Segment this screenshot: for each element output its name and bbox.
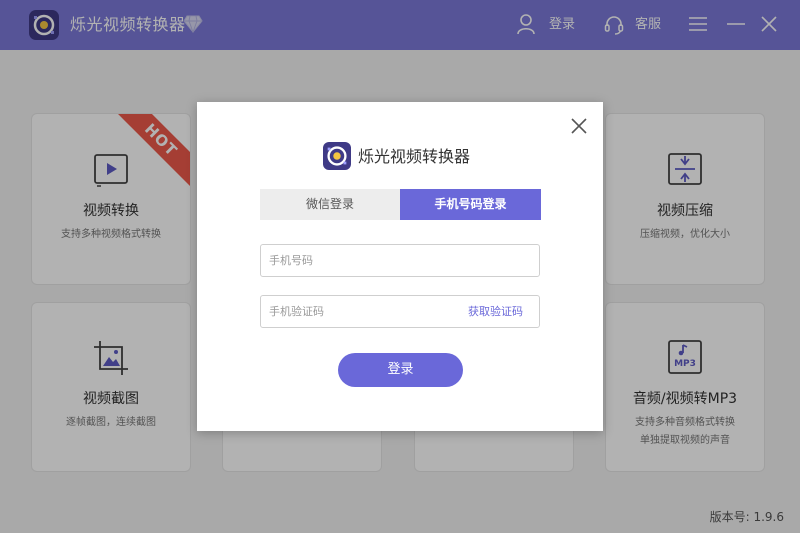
phone-field[interactable] <box>260 244 540 277</box>
verify-code-input[interactable] <box>269 296 449 327</box>
dialog-logo-icon <box>323 142 351 170</box>
verify-code-field[interactable]: 获取验证码 <box>260 295 540 328</box>
tab-wechat-login[interactable]: 微信登录 <box>260 189 400 220</box>
login-button[interactable]: 登录 <box>338 353 463 387</box>
login-tabs: 微信登录 手机号码登录 <box>260 189 541 220</box>
dialog-title: 烁光视频转换器 <box>358 147 471 166</box>
tab-phone-login[interactable]: 手机号码登录 <box>400 189 541 220</box>
login-dialog: 烁光视频转换器 微信登录 手机号码登录 获取验证码 登录 <box>197 102 603 431</box>
close-icon[interactable] <box>570 117 588 139</box>
get-code-button[interactable]: 获取验证码 <box>468 296 523 327</box>
phone-input[interactable] <box>269 245 449 276</box>
